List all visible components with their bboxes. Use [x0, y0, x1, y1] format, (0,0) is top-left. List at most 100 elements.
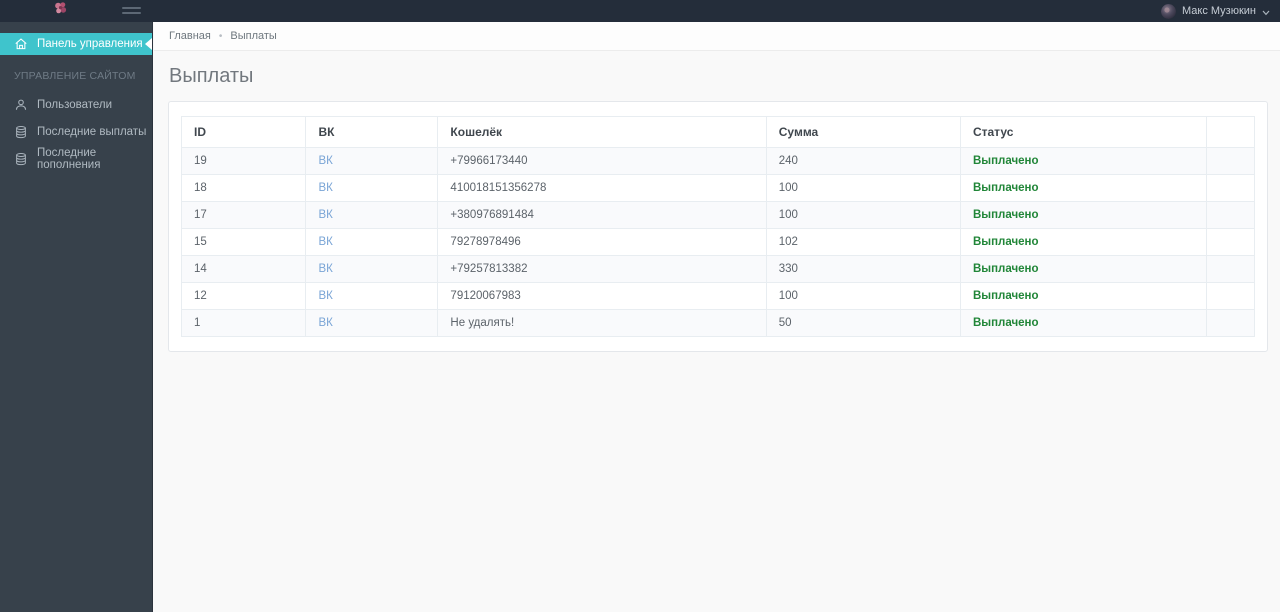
vk-link[interactable]: ВК	[318, 317, 332, 329]
cell-amount: 50	[765, 309, 961, 337]
status-badge: Выплачено	[972, 263, 1039, 275]
cell-vk: ВК	[305, 282, 439, 310]
database-icon	[14, 152, 28, 166]
cell-status: Выплачено	[959, 228, 1207, 256]
chevron-down-icon	[1262, 3, 1270, 21]
cell-wallet: +380976891484	[437, 201, 767, 229]
table-row: 14 ВК +79257813382 330 Выплачено	[180, 255, 1256, 283]
status-badge: Выплачено	[972, 182, 1039, 194]
payouts-table: ID ВК Кошелёк Сумма Статус 19 ВК +799661…	[180, 116, 1256, 337]
table-row: 15 ВК 79278978496 102 Выплачено	[180, 228, 1256, 256]
cell-vk: ВК	[305, 309, 439, 337]
vk-link[interactable]: ВК	[318, 236, 332, 248]
cell-vk: ВК	[305, 201, 439, 229]
cell-amount: 100	[765, 282, 961, 310]
home-icon	[14, 37, 28, 51]
table-row: 19 ВК +79966173440 240 Выплачено	[180, 147, 1256, 175]
sidebar-item-last-payouts[interactable]: Последние выплаты	[0, 118, 152, 145]
cell-empty	[1205, 255, 1256, 283]
cell-wallet: +79966173440	[437, 147, 767, 175]
cell-id: 18	[180, 174, 307, 202]
cell-vk: ВК	[305, 174, 439, 202]
table-row: 17 ВК +380976891484 100 Выплачено	[180, 201, 1256, 229]
column-header-vk: ВК	[305, 116, 439, 148]
cell-id: 17	[180, 201, 307, 229]
cell-amount: 100	[765, 174, 961, 202]
sidebar-item-label: Последние выплаты	[37, 125, 147, 138]
cell-amount: 240	[765, 147, 961, 175]
user-menu[interactable]: Макс Музюкин	[1160, 0, 1270, 22]
cell-amount: 100	[765, 201, 961, 229]
vk-link[interactable]: ВК	[318, 263, 332, 275]
column-header-wallet: Кошелёк	[437, 116, 767, 148]
sidebar: Панель управления УПРАВЛЕНИЕ САЙТОМ Поль…	[0, 22, 153, 612]
table-header-row: ID ВК Кошелёк Сумма Статус	[180, 116, 1256, 148]
cell-id: 1	[180, 309, 307, 337]
user-avatar	[1160, 3, 1176, 19]
active-item-arrow	[145, 38, 152, 50]
table-row: 1 ВК Не удалять! 50 Выплачено	[180, 309, 1256, 337]
table-row: 18 ВК 410018151356278 100 Выплачено	[180, 174, 1256, 202]
cell-empty	[1205, 174, 1256, 202]
app-logo-icon[interactable]	[53, 1, 68, 16]
cell-status: Выплачено	[959, 174, 1207, 202]
breadcrumb-home-link[interactable]: Главная	[169, 30, 211, 42]
cell-wallet: 410018151356278	[437, 174, 767, 202]
breadcrumb-current: Выплаты	[230, 30, 277, 42]
cell-empty	[1205, 201, 1256, 229]
cell-status: Выплачено	[959, 255, 1207, 283]
status-badge: Выплачено	[972, 290, 1039, 302]
user-icon	[14, 98, 28, 112]
sidebar-item-users[interactable]: Пользователи	[0, 91, 152, 118]
breadcrumb-separator: •	[218, 30, 223, 42]
sidebar-item-label: Панель управления	[37, 38, 143, 50]
sidebar-item-label: Последние пополнения	[37, 146, 101, 171]
cell-empty	[1205, 282, 1256, 310]
sidebar-item-last-topups[interactable]: Последние пополнения	[0, 145, 152, 172]
sidebar-item-label: Пользователи	[37, 98, 113, 111]
cell-status: Выплачено	[959, 309, 1207, 337]
cell-id: 15	[180, 228, 307, 256]
cell-vk: ВК	[305, 228, 439, 256]
cell-id: 12	[180, 282, 307, 310]
cell-vk: ВК	[305, 255, 439, 283]
cell-wallet: +79257813382	[437, 255, 767, 283]
sidebar-toggle-button[interactable]	[122, 7, 141, 15]
status-badge: Выплачено	[972, 155, 1039, 167]
column-header-id: ID	[180, 116, 307, 148]
payouts-panel: ID ВК Кошелёк Сумма Статус 19 ВК +799661…	[168, 101, 1268, 352]
cell-id: 14	[180, 255, 307, 283]
table-row: 12 ВК 79120067983 100 Выплачено	[180, 282, 1256, 310]
cell-amount: 102	[765, 228, 961, 256]
column-header-amount: Сумма	[765, 116, 961, 148]
cell-status: Выплачено	[959, 282, 1207, 310]
status-badge: Выплачено	[972, 236, 1039, 248]
column-header-empty	[1205, 116, 1256, 148]
sidebar-section-label: УПРАВЛЕНИЕ САЙТОМ	[14, 70, 136, 82]
database-icon	[14, 125, 28, 139]
vk-link[interactable]: ВК	[318, 290, 332, 302]
cell-empty	[1205, 309, 1256, 337]
cell-wallet: 79120067983	[437, 282, 767, 310]
main-content: Главная • Выплаты Выплаты ID ВК Кошелёк …	[154, 22, 1280, 612]
breadcrumb: Главная • Выплаты	[154, 22, 1280, 51]
vk-link[interactable]: ВК	[318, 155, 332, 167]
cell-status: Выплачено	[959, 201, 1207, 229]
cell-empty	[1205, 228, 1256, 256]
cell-wallet: Не удалять!	[437, 309, 767, 337]
vk-link[interactable]: ВК	[318, 209, 332, 221]
cell-empty	[1205, 147, 1256, 175]
cell-id: 19	[180, 147, 307, 175]
cell-status: Выплачено	[959, 147, 1207, 175]
cell-wallet: 79278978496	[437, 228, 767, 256]
cell-vk: ВК	[305, 147, 439, 175]
status-badge: Выплачено	[972, 209, 1039, 221]
column-header-status: Статус	[959, 116, 1207, 148]
status-badge: Выплачено	[972, 317, 1039, 329]
user-name: Макс Музюкин	[1181, 5, 1256, 17]
page-title: Выплаты	[169, 65, 254, 87]
vk-link[interactable]: ВК	[318, 182, 332, 194]
cell-amount: 330	[765, 255, 961, 283]
sidebar-item-dashboard[interactable]: Панель управления	[0, 33, 152, 55]
topbar: Макс Музюкин	[0, 0, 1280, 22]
